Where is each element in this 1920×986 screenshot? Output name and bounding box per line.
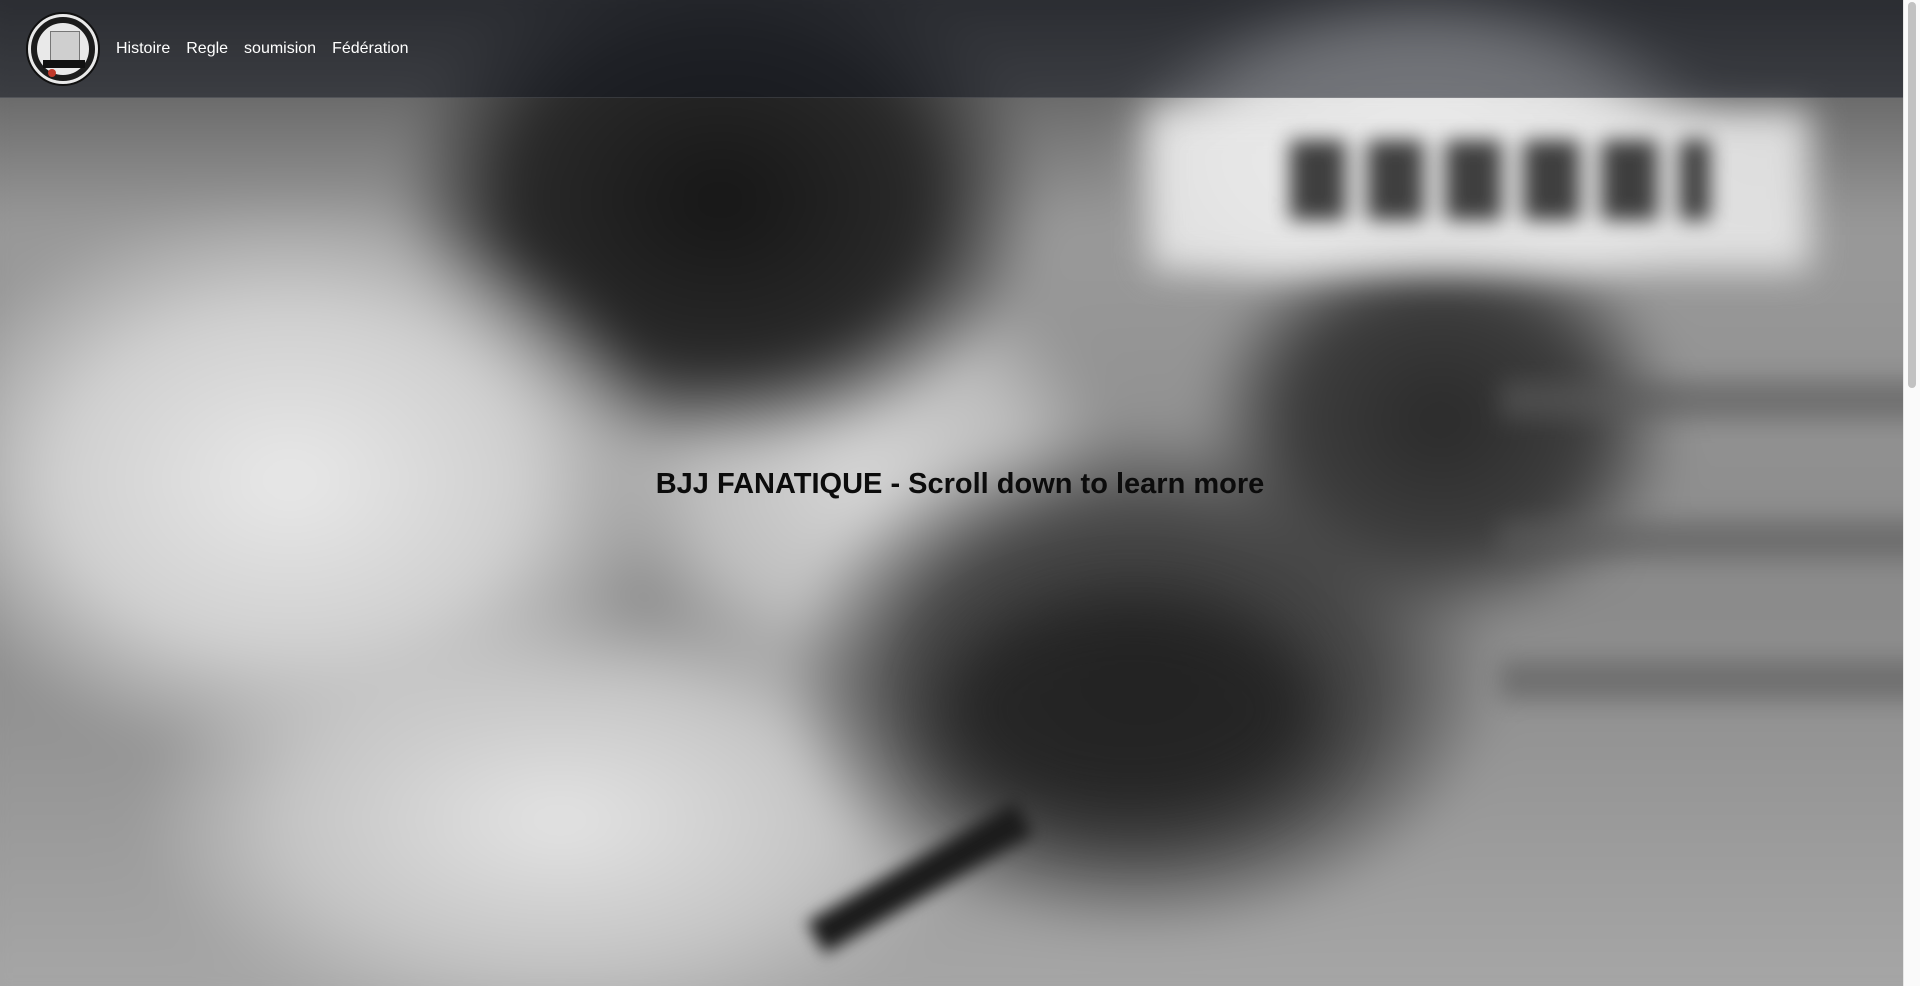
- page: Histoire Regle soumision Fédération BJJ …: [0, 0, 1920, 986]
- logo-figure: [50, 30, 80, 63]
- nav-link-regle[interactable]: Regle: [186, 40, 228, 58]
- nav-links: Histoire Regle soumision Fédération: [116, 40, 409, 58]
- top-navbar: Histoire Regle soumision Fédération: [0, 0, 1903, 98]
- nav-link-soumision[interactable]: soumision: [244, 40, 316, 58]
- scrollbar-thumb[interactable]: [1908, 2, 1916, 388]
- vertical-scrollbar[interactable]: [1903, 0, 1920, 986]
- hero-bg-mat-stripe: [1500, 380, 1920, 420]
- bjj-fanatique-logo-icon[interactable]: [26, 11, 100, 86]
- nav-link-federation[interactable]: Fédération: [332, 40, 409, 58]
- hero-bg-mat-stripe: [1500, 520, 1920, 560]
- nav-link-histoire[interactable]: Histoire: [116, 40, 170, 58]
- logo-belt: [43, 59, 85, 68]
- hero-headline: BJJ FANATIQUE - Scroll down to learn mor…: [655, 468, 1265, 500]
- logo-dot: [48, 68, 56, 77]
- hero-bg-banner-letters: [1290, 140, 1710, 220]
- hero-bg-mat-stripe: [1500, 660, 1920, 700]
- hero-bg-dark-shape: [940, 600, 1320, 820]
